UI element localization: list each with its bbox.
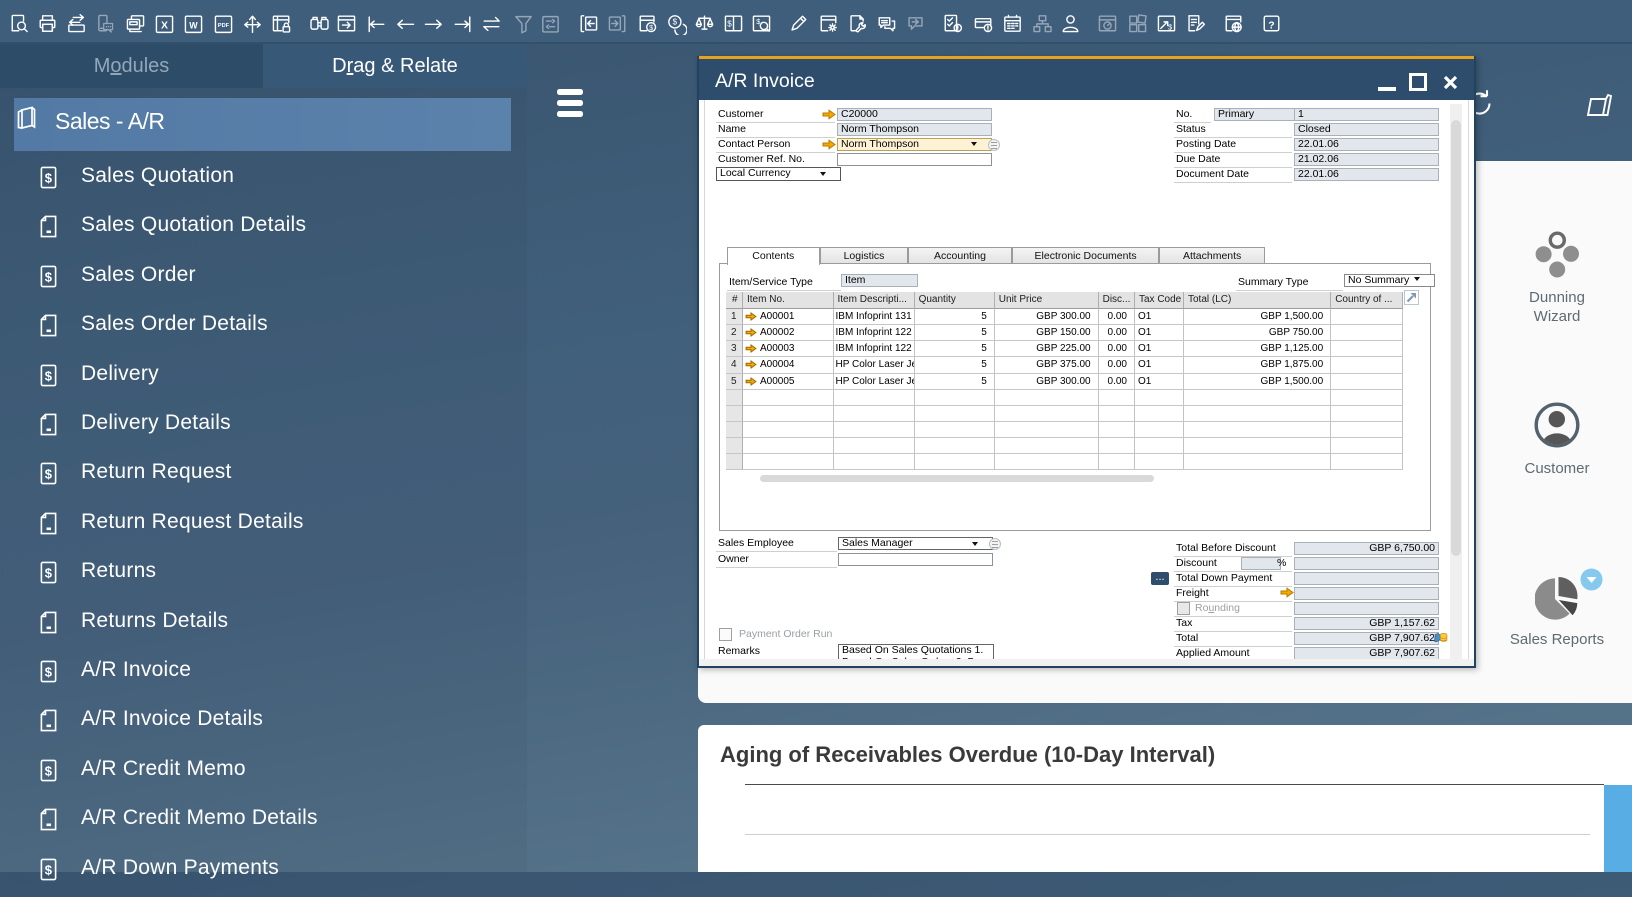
svg-text:?: ? — [1268, 20, 1274, 31]
svg-text:X: X — [161, 20, 168, 31]
svg-text:$: $ — [672, 17, 677, 26]
svg-text:$: $ — [757, 16, 761, 25]
svg-text:W: W — [190, 20, 199, 30]
svg-text:$: $ — [1168, 22, 1172, 31]
svg-text:$: $ — [45, 566, 53, 581]
svg-text:$: $ — [45, 171, 53, 186]
svg-text:$: $ — [727, 19, 732, 28]
svg-text:$: $ — [45, 368, 53, 383]
svg-text:$: $ — [45, 763, 53, 778]
svg-text:PDF: PDF — [218, 23, 230, 29]
svg-text:$: $ — [649, 22, 653, 31]
svg-text:$: $ — [45, 862, 53, 877]
svg-text:$: $ — [45, 467, 53, 482]
svg-text:$: $ — [45, 269, 53, 284]
svg-text:$: $ — [45, 665, 53, 680]
